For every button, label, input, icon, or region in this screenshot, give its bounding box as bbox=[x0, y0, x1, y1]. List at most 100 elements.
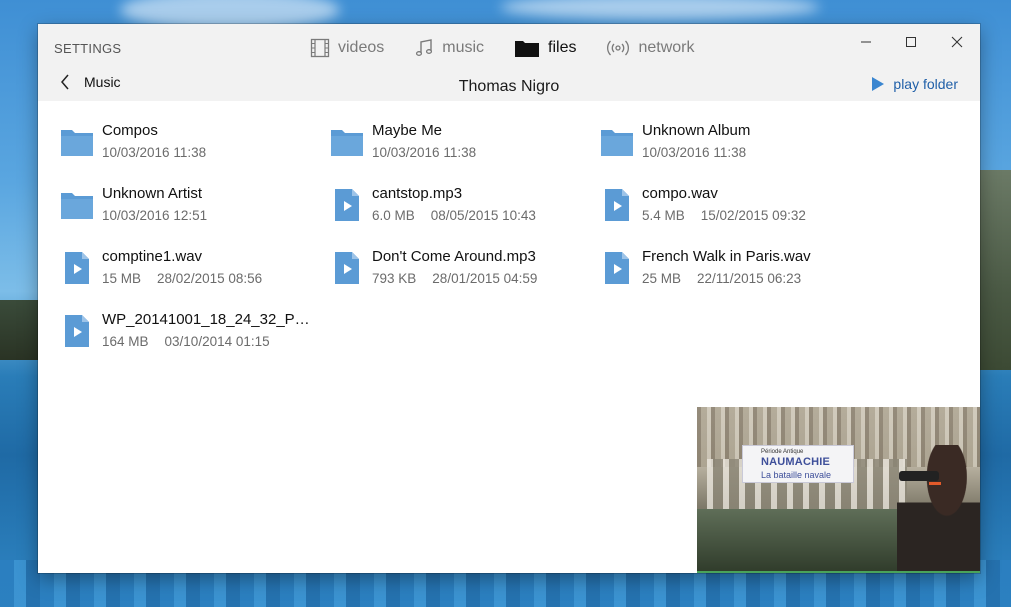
item-date: 28/01/2015 04:59 bbox=[432, 271, 538, 286]
folder-title: Thomas Nigro bbox=[458, 78, 560, 95]
item-meta: 10/03/2016 11:38 bbox=[102, 145, 206, 160]
maximize-icon bbox=[906, 37, 916, 47]
desktop-cloud bbox=[500, 0, 820, 20]
grid-row: Compos 10/03/2016 11:38 Maybe Me 10/03/2016… bbox=[52, 120, 972, 183]
item-size: 5.4 MB bbox=[642, 208, 685, 223]
item-text: Unknown Album 10/03/2016 11:38 bbox=[642, 120, 750, 160]
item-name: French Walk in Paris.wav bbox=[642, 248, 811, 265]
folder-item[interactable]: Compos 10/03/2016 11:38 bbox=[52, 120, 322, 183]
item-icon bbox=[52, 246, 102, 290]
file-item[interactable]: Don't Come Around.mp3 793 KB 28/01/2015 04… bbox=[322, 246, 592, 309]
audio-file-icon bbox=[335, 189, 359, 221]
video-sign-small: Période Antique bbox=[761, 449, 804, 455]
folder-icon bbox=[601, 130, 633, 156]
item-size: 164 MB bbox=[102, 334, 149, 349]
file-item[interactable]: compo.wav 5.4 MB 15/02/2015 09:32 bbox=[592, 183, 862, 246]
item-size: 6.0 MB bbox=[372, 208, 415, 223]
item-name: Maybe Me bbox=[372, 122, 443, 139]
tab-videos-label: videos bbox=[338, 39, 385, 56]
item-date: 22/11/2015 06:23 bbox=[697, 271, 802, 286]
item-icon bbox=[592, 120, 642, 164]
close-icon bbox=[951, 36, 963, 48]
file-item[interactable]: cantstop.mp3 6.0 MB 08/05/2015 10:43 bbox=[322, 183, 592, 246]
desktop-shore-left bbox=[0, 300, 40, 360]
file-grid: Compos 10/03/2016 11:38 Maybe Me 10/03/2016… bbox=[52, 120, 972, 372]
audio-file-icon bbox=[335, 252, 359, 284]
item-size: 25 MB bbox=[642, 271, 682, 286]
audio-file-icon bbox=[65, 315, 89, 347]
video-sign-subtitle: La bataille navale bbox=[761, 470, 832, 480]
item-meta: 164 MB 03/10/2014 01:15 bbox=[102, 334, 312, 349]
grid-row: comptine1.wav 15 MB 28/02/2015 08:56 Don't … bbox=[52, 246, 972, 309]
item-date: 10/03/2016 11:38 bbox=[102, 145, 207, 160]
grid-row: WP_20141001_18_24_32_Pro.... 164 MB 03/10/… bbox=[52, 309, 972, 372]
video-visor-light bbox=[929, 482, 941, 485]
settings-button[interactable]: SETTINGS bbox=[54, 41, 121, 56]
tab-network-label: network bbox=[638, 39, 695, 56]
item-icon bbox=[52, 120, 102, 164]
folder-item[interactable]: Maybe Me 10/03/2016 11:38 bbox=[322, 120, 592, 183]
item-meta: 5.4 MB 15/02/2015 09:32 bbox=[642, 208, 806, 223]
maximize-button[interactable] bbox=[888, 28, 934, 56]
folder-item[interactable]: Unknown Album 10/03/2016 11:38 bbox=[592, 120, 862, 183]
item-text: Don't Come Around.mp3 793 KB 28/01/2015 04… bbox=[372, 246, 537, 286]
item-icon bbox=[322, 120, 372, 164]
item-text: comptine1.wav 15 MB 28/02/2015 08:56 bbox=[102, 246, 262, 286]
item-name: compo.wav bbox=[642, 185, 718, 202]
item-size: 793 KB bbox=[372, 271, 417, 286]
item-text: Unknown Artist 10/03/2016 12:51 bbox=[102, 183, 207, 223]
app-window: SETTINGS videos music files network Musi… bbox=[38, 24, 980, 573]
item-date: 10/03/2016 12:51 bbox=[102, 208, 208, 223]
item-name: Don't Come Around.mp3 bbox=[372, 248, 536, 265]
item-meta: 10/03/2016 11:38 bbox=[642, 145, 750, 160]
main-nav: videos music files network bbox=[310, 35, 695, 61]
item-meta: 25 MB 22/11/2015 06:23 bbox=[642, 271, 811, 286]
close-button[interactable] bbox=[934, 28, 980, 56]
folder-icon bbox=[515, 41, 540, 57]
desktop-shore-right bbox=[979, 170, 1011, 370]
item-date: 03/10/2014 01:15 bbox=[164, 334, 270, 349]
app-header: SETTINGS videos music files network Musi… bbox=[38, 24, 980, 101]
item-date: 15/02/2015 09:32 bbox=[700, 208, 806, 223]
item-text: WP_20141001_18_24_32_Pro.... 164 MB 03/10/… bbox=[102, 309, 312, 349]
video-visor bbox=[899, 471, 939, 481]
video-sign-title: NAUMACHIE bbox=[761, 456, 831, 468]
video-person bbox=[897, 445, 980, 573]
item-name: cantstop.mp3 bbox=[372, 185, 463, 202]
item-meta: 15 MB 28/02/2015 08:56 bbox=[102, 271, 262, 286]
file-item[interactable]: French Walk in Paris.wav 25 MB 22/11/2015 … bbox=[592, 246, 862, 309]
video-sign: Période Antique NAUMACHIE La bataille na… bbox=[742, 445, 854, 483]
item-meta: 6.0 MB 08/05/2015 10:43 bbox=[372, 208, 536, 223]
item-text: Maybe Me 10/03/2016 11:38 bbox=[372, 120, 476, 160]
item-name: Unknown Artist bbox=[102, 185, 203, 202]
audio-file-icon bbox=[605, 252, 629, 284]
play-folder-button[interactable]: play folder bbox=[871, 76, 958, 92]
folder-icon bbox=[61, 193, 93, 219]
tab-files[interactable]: files bbox=[514, 35, 576, 61]
item-meta: 793 KB 28/01/2015 04:59 bbox=[372, 271, 537, 286]
tab-music[interactable]: music bbox=[414, 35, 484, 61]
item-icon bbox=[592, 246, 642, 290]
item-icon bbox=[322, 183, 372, 227]
grid-row: Unknown Artist 10/03/2016 12:51 cantstop.m… bbox=[52, 183, 972, 246]
music-note-icon bbox=[416, 39, 433, 56]
folder-icon bbox=[61, 130, 93, 156]
item-text: Compos 10/03/2016 11:38 bbox=[102, 120, 206, 160]
item-icon bbox=[592, 183, 642, 227]
item-date: 10/03/2016 11:38 bbox=[642, 145, 747, 160]
tab-network[interactable]: network bbox=[606, 35, 695, 61]
item-size: 15 MB bbox=[102, 271, 142, 286]
file-item[interactable]: comptine1.wav 15 MB 28/02/2015 08:56 bbox=[52, 246, 322, 309]
item-icon bbox=[52, 309, 102, 353]
tab-videos[interactable]: videos bbox=[310, 35, 384, 61]
item-name: comptine1.wav bbox=[102, 248, 203, 265]
file-item[interactable]: WP_20141001_18_24_32_Pro.... 164 MB 03/10/… bbox=[52, 309, 322, 372]
item-icon bbox=[322, 246, 372, 290]
minimize-icon bbox=[861, 41, 871, 43]
item-name: Compos bbox=[102, 122, 158, 139]
item-text: cantstop.mp3 6.0 MB 08/05/2015 10:43 bbox=[372, 183, 536, 223]
minimize-button[interactable] bbox=[843, 28, 889, 56]
video-preview[interactable]: Période Antique NAUMACHIE La bataille na… bbox=[697, 407, 980, 573]
folder-item[interactable]: Unknown Artist 10/03/2016 12:51 bbox=[52, 183, 322, 246]
play-icon bbox=[872, 77, 885, 91]
